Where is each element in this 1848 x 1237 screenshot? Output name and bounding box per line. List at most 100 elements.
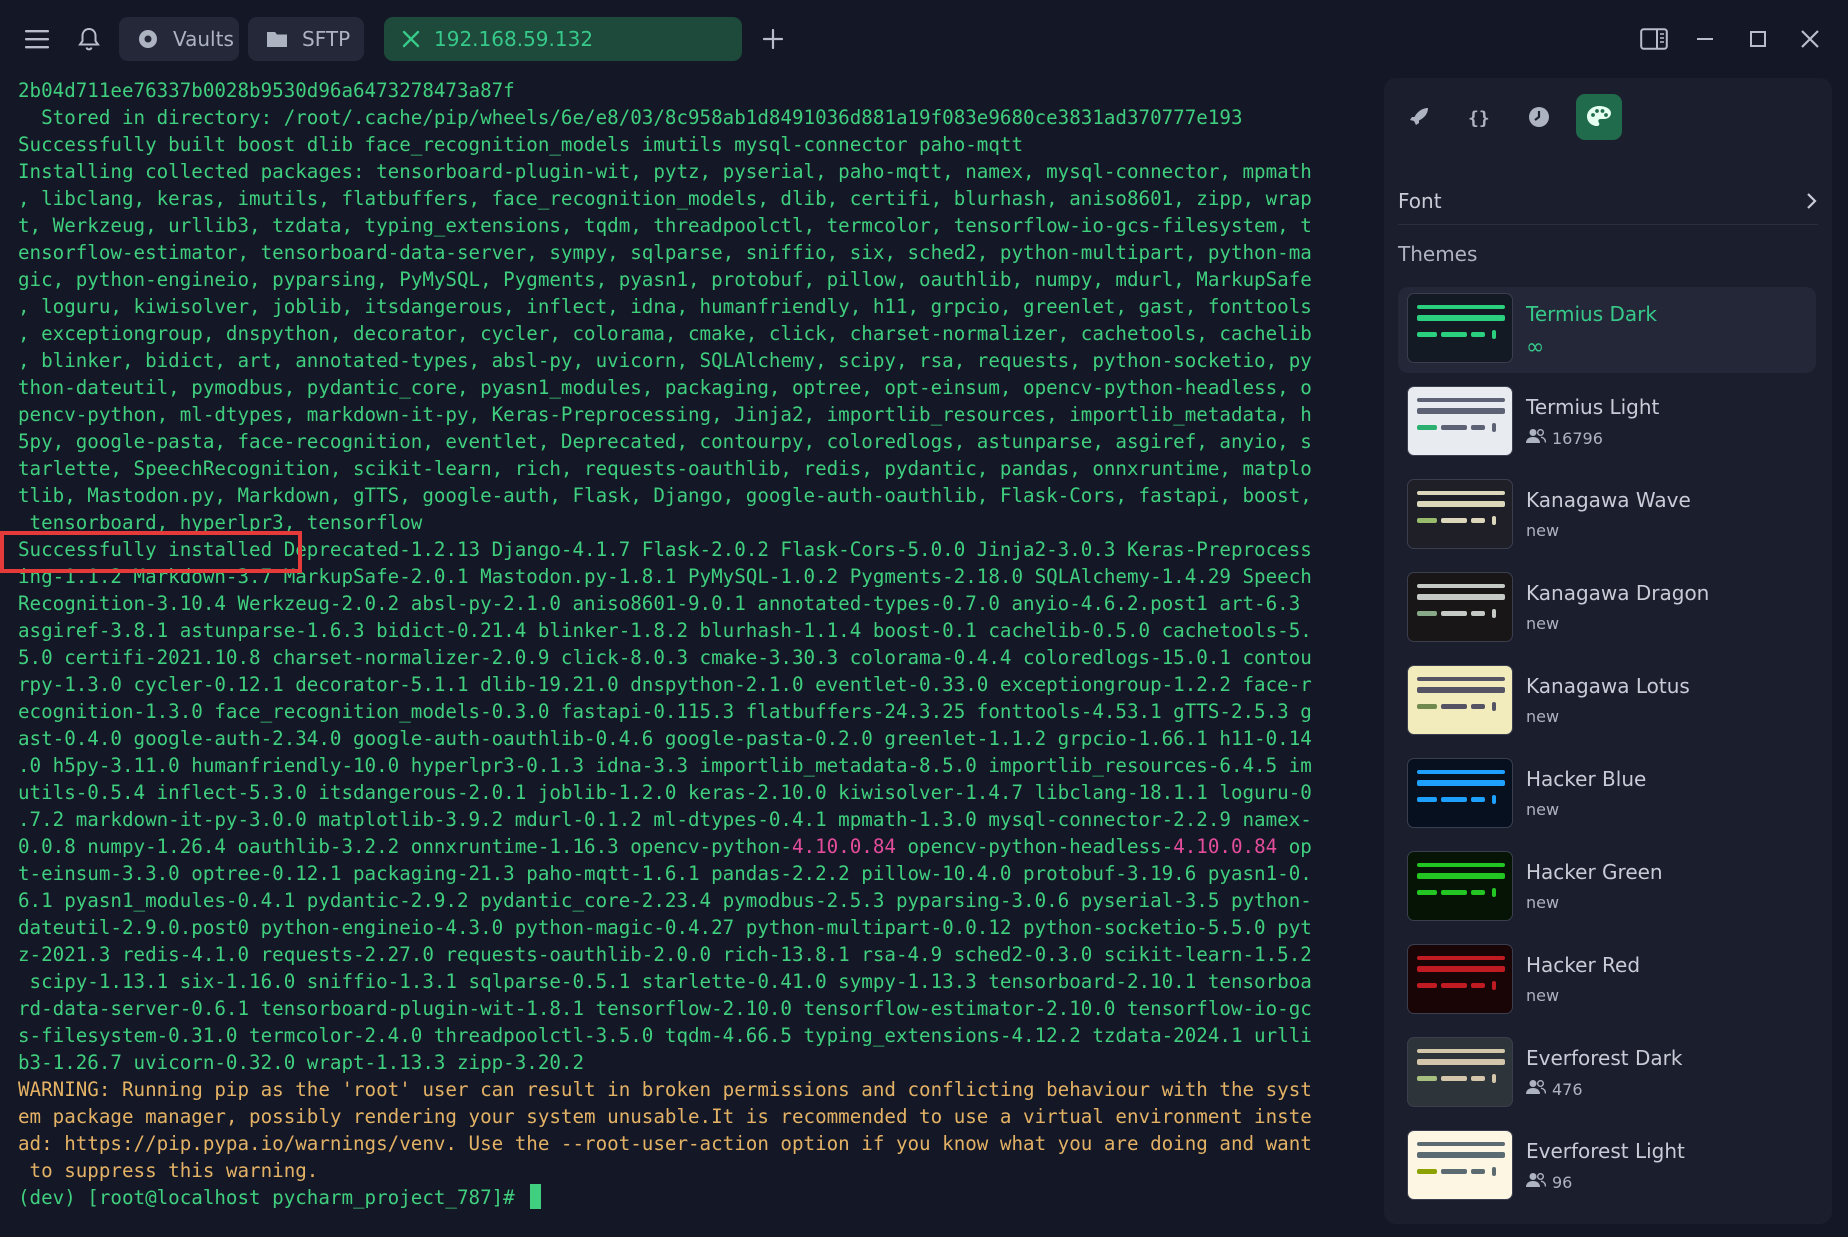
theme-item[interactable]: Everforest Light 96 xyxy=(1398,1124,1816,1210)
terminal-line: dateutil-2.9.0.post0 python-engineio-4.3… xyxy=(18,914,1378,941)
folder-icon xyxy=(266,30,288,48)
close-tab-icon[interactable] xyxy=(402,30,420,48)
font-row[interactable]: Font xyxy=(1398,172,1818,230)
new-tab-button[interactable] xyxy=(756,22,790,56)
terminal-line: tarlette, SpeechRecognition, scikit-lear… xyxy=(18,455,1378,482)
terminal-line-text: dateutil-2.9.0.post0 python-engineio-4.3… xyxy=(18,916,1312,939)
theme-meta: new xyxy=(1526,986,1559,1005)
terminal-line-text: Successfully built boost dlib face_recog… xyxy=(18,133,1024,156)
users-icon xyxy=(1526,1172,1547,1192)
terminal-line-text: Successfully installed Deprecated-1.2.13… xyxy=(18,538,1312,561)
terminal-output[interactable]: 2b04d711ee76337b0028b9530d96a6473278473a… xyxy=(18,77,1378,1237)
theme-preview xyxy=(1407,386,1513,456)
terminal-line: WARNING: Running pip as the 'root' user … xyxy=(18,1076,1378,1103)
chevron-right-icon xyxy=(1807,193,1817,209)
terminal-line: 5.0 certifi-2021.10.8 charset-normalizer… xyxy=(18,644,1378,671)
theme-item[interactable]: Kanagawa Dragon new xyxy=(1398,566,1816,652)
terminal-line: rpy-1.3.0 cycler-0.12.1 decorator-5.1.1 … xyxy=(18,671,1378,698)
terminal-line: utils-0.5.4 inflect-5.3.0 itsdangerous-2… xyxy=(18,779,1378,806)
theme-name: Termius Dark xyxy=(1526,302,1657,326)
theme-item[interactable]: Termius Light 16796 xyxy=(1398,380,1816,466)
terminal-line-text: Stored in directory: /root/.cache/pip/wh… xyxy=(18,106,1243,129)
snippets-button[interactable] xyxy=(1396,94,1442,140)
version-highlight: 4.10.0.84 xyxy=(1173,835,1278,858)
terminal-line: , loguru, kiwisolver, joblib, itsdangero… xyxy=(18,293,1378,320)
terminal-line-text: scipy-1.13.1 six-1.16.0 sniffio-1.3.1 sq… xyxy=(18,970,1312,993)
theme-item[interactable]: Hacker Blue new xyxy=(1398,752,1816,838)
terminal-line-text: ecognition-1.3.0 face_recognition_models… xyxy=(18,700,1312,723)
terminal-line-text: , libclang, keras, imutils, flatbuffers,… xyxy=(18,187,1312,210)
theme-preview xyxy=(1407,572,1513,642)
terminal-line-text: Recognition-3.10.4 Werkzeug-2.0.2 absl-p… xyxy=(18,592,1301,615)
theme-sub-text: 476 xyxy=(1552,1079,1583,1099)
terminal-line: t, Werkzeug, urllib3, tzdata, typing_ext… xyxy=(18,212,1378,239)
theme-sub-text: new xyxy=(1526,614,1560,633)
maximize-icon xyxy=(1750,31,1766,47)
clock-icon xyxy=(1529,107,1549,127)
close-window-button[interactable] xyxy=(1793,22,1827,56)
tab-host-label: 192.168.59.132 xyxy=(434,27,594,51)
theme-meta: new xyxy=(1526,521,1559,540)
terminal-line-text: tensorboard, hyperlpr3, tensorflow xyxy=(18,511,423,534)
terminal-line-text: , loguru, kiwisolver, joblib, itsdangero… xyxy=(18,295,1312,318)
plus-icon xyxy=(763,29,783,49)
theme-sub-text: new xyxy=(1526,800,1560,819)
minimize-icon xyxy=(1697,38,1713,40)
maximize-button[interactable] xyxy=(1741,22,1775,56)
tab-sftp[interactable]: SFTP xyxy=(248,17,364,61)
terminal-line-text: pencv-python, ml-dtypes, markdown-it-py,… xyxy=(18,403,1312,426)
rocket-icon xyxy=(1410,108,1428,125)
divider xyxy=(1398,224,1818,225)
theme-item[interactable]: Kanagawa Lotus new xyxy=(1398,659,1816,745)
theme-sub-text: 16796 xyxy=(1552,428,1603,448)
terminal-line: 6.1 pyasn1_modules-0.4.1 pydantic-2.9.2 … xyxy=(18,887,1378,914)
settings-panel: {} Font Themes Termius Dark ∞ Termius Ligh… xyxy=(1384,78,1832,1224)
terminal-line-text: asgiref-3.8.1 astunparse-1.6.3 bidict-0.… xyxy=(18,619,1312,642)
theme-sub-text: 96 xyxy=(1552,1172,1573,1192)
terminal-line-text: 6.1 pyasn1_modules-0.4.1 pydantic-2.9.2 … xyxy=(18,889,1312,912)
theme-item[interactable]: Hacker Red new xyxy=(1398,938,1816,1024)
terminal-line: ad: https://pip.pypa.io/warnings/venv. U… xyxy=(18,1130,1378,1157)
theme-name: Kanagawa Wave xyxy=(1526,488,1691,512)
prompt-text: (dev) [root@localhost pycharm_project_78… xyxy=(18,1186,527,1209)
sidebar-icon xyxy=(1640,28,1668,50)
tab-host[interactable]: 192.168.59.132 xyxy=(384,17,742,61)
theme-item[interactable]: Hacker Green new xyxy=(1398,845,1816,931)
terminal-line: ing-1.1.2 Markdown-3.7 MarkupSafe-2.0.1 … xyxy=(18,563,1378,590)
terminal-line-text: t, Werkzeug, urllib3, tzdata, typing_ext… xyxy=(18,214,1312,237)
terminal-line: Installing collected packages: tensorboa… xyxy=(18,158,1378,185)
toggle-sidebar-button[interactable] xyxy=(1637,22,1671,56)
terminal-line: tensorboard, hyperlpr3, tensorflow xyxy=(18,509,1378,536)
bell-icon[interactable] xyxy=(72,22,106,56)
terminal-line-text: b3-1.26.7 uvicorn-0.32.0 wrapt-1.13.3 zi… xyxy=(18,1051,585,1074)
terminal-line: b3-1.26.7 uvicorn-0.32.0 wrapt-1.13.3 zi… xyxy=(18,1049,1378,1076)
theme-meta: 476 xyxy=(1526,1079,1583,1099)
menu-icon[interactable] xyxy=(20,22,54,56)
themes-button[interactable] xyxy=(1576,94,1622,140)
terminal-line: ecognition-1.3.0 face_recognition_models… xyxy=(18,698,1378,725)
theme-name: Termius Light xyxy=(1526,395,1660,419)
theme-item[interactable]: Kanagawa Wave new xyxy=(1398,473,1816,559)
terminal-line: .7.2 markdown-it-py-3.0.0 matplotlib-3.9… xyxy=(18,806,1378,833)
terminal-line-text: tarlette, SpeechRecognition, scikit-lear… xyxy=(18,457,1312,480)
users-icon xyxy=(1526,1079,1547,1099)
theme-sub-text: new xyxy=(1526,893,1560,912)
theme-meta: 16796 xyxy=(1526,428,1603,448)
terminal-line-text: thon-dateutil, pymodbus, pydantic_core, … xyxy=(18,376,1312,399)
minimize-button[interactable] xyxy=(1688,22,1722,56)
theme-name: Hacker Blue xyxy=(1526,767,1647,791)
terminal-line: to suppress this warning. xyxy=(18,1157,1378,1184)
terminal-line-text: gic, python-engineio, pyparsing, PyMySQL… xyxy=(18,268,1312,291)
code-button[interactable]: {} xyxy=(1456,94,1502,140)
theme-name: Kanagawa Dragon xyxy=(1526,581,1710,605)
theme-item[interactable]: Termius Dark ∞ xyxy=(1398,287,1816,373)
terminal-line: 0.0.8 numpy-1.26.4 oauthlib-3.2.2 onnxru… xyxy=(18,833,1378,860)
theme-item[interactable]: Everforest Dark 476 xyxy=(1398,1031,1816,1117)
tab-vaults[interactable]: Vaults xyxy=(119,17,239,61)
terminal-line-text: Installing collected packages: tensorboa… xyxy=(18,160,1312,183)
terminal-line-text: rd-data-server-0.6.1 tensorboard-plugin-… xyxy=(18,997,1312,1020)
shell-prompt[interactable]: (dev) [root@localhost pycharm_project_78… xyxy=(18,1184,1378,1211)
history-button[interactable] xyxy=(1516,94,1562,140)
terminal-line-text: ast-0.4.0 google-auth-2.34.0 google-auth… xyxy=(18,727,1312,750)
terminal-line: 2b04d711ee76337b0028b9530d96a6473278473a… xyxy=(18,77,1378,104)
